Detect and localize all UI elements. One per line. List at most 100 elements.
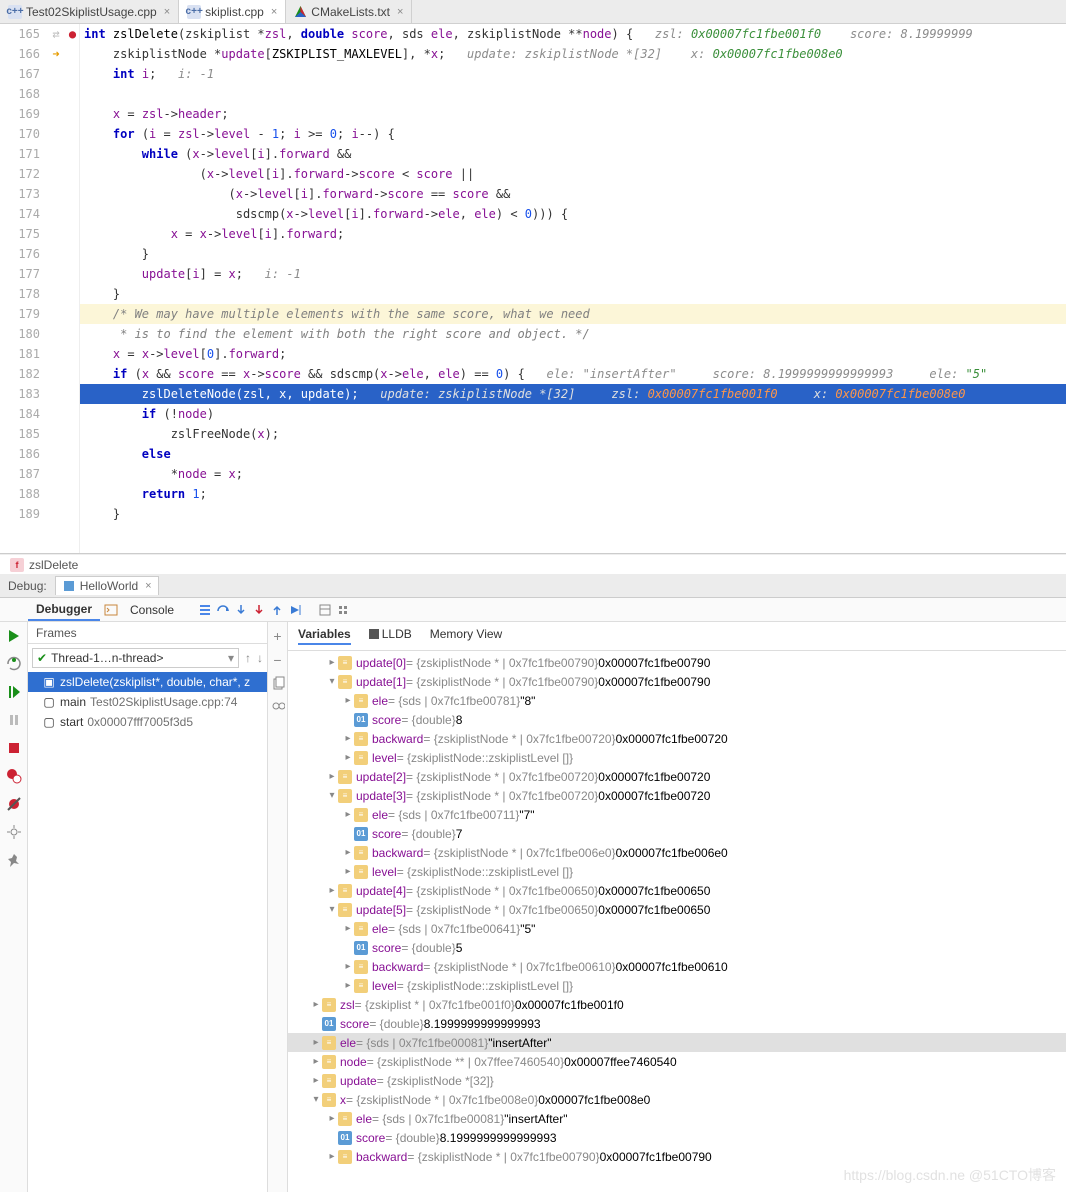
variable-row[interactable]: ▾≡update[1] = {zskiplistNode * | 0x7fc1f… bbox=[288, 672, 1066, 691]
threads-icon[interactable] bbox=[198, 603, 212, 617]
variable-row[interactable]: ▸≡ele = {sds | 0x7fc1fbe00081} "insertAf… bbox=[288, 1033, 1066, 1052]
glasses-icon[interactable] bbox=[271, 698, 285, 712]
tab-variables[interactable]: Variables bbox=[298, 627, 351, 645]
frame-icon: ▢ bbox=[42, 715, 56, 729]
variable-row[interactable]: ▾≡update[3] = {zskiplistNode * | 0x7fc1f… bbox=[288, 786, 1066, 805]
thread-label: Thread-1…n-thread> bbox=[51, 651, 224, 665]
code-area[interactable]: int zslDelete(zskiplist *zsl, double sco… bbox=[80, 24, 1066, 553]
variable-row[interactable]: ▸≡backward = {zskiplistNode * | 0x7fc1fb… bbox=[288, 1147, 1066, 1166]
thread-selector[interactable]: ✔ Thread-1…n-thread> ▾ bbox=[32, 648, 239, 668]
pause-icon[interactable] bbox=[6, 712, 22, 728]
breadcrumb-label: zslDelete bbox=[29, 558, 78, 572]
frame-icon: ▢ bbox=[42, 695, 56, 709]
check-icon: ✔ bbox=[37, 651, 47, 665]
pin-icon[interactable] bbox=[6, 852, 22, 868]
line-gutter: 1651661671681691701711721731741751761771… bbox=[0, 24, 46, 553]
editor-tab[interactable]: CMakeLists.txt × bbox=[286, 0, 412, 23]
variable-row[interactable]: ▸≡level = {zskiplistNode::zskiplistLevel… bbox=[288, 976, 1066, 995]
debug-label: Debug: bbox=[8, 579, 47, 593]
variable-row[interactable]: ▸≡update[4] = {zskiplistNode * | 0x7fc1f… bbox=[288, 881, 1066, 900]
view-breakpoints-icon[interactable] bbox=[6, 768, 22, 784]
close-icon[interactable]: × bbox=[164, 6, 170, 18]
close-icon[interactable]: × bbox=[145, 580, 151, 592]
debug-config-tab[interactable]: HelloWorld × bbox=[55, 576, 159, 595]
tab-label: CMakeLists.txt bbox=[311, 5, 390, 19]
debug-settings-icon[interactable] bbox=[6, 824, 22, 840]
console-tab[interactable]: Console bbox=[122, 600, 182, 620]
variable-row[interactable]: ▸≡level = {zskiplistNode::zskiplistLevel… bbox=[288, 748, 1066, 767]
resume-icon[interactable] bbox=[6, 684, 22, 700]
debug-body: Frames ✔ Thread-1…n-thread> ▾ ↑ ↓ ▣zslDe… bbox=[0, 622, 1066, 1192]
variable-row[interactable]: ▸≡update[0] = {zskiplistNode * | 0x7fc1f… bbox=[288, 653, 1066, 672]
variable-row[interactable]: ▸≡ele = {sds | 0x7fc1fbe00781} "8" bbox=[288, 691, 1066, 710]
next-frame-icon[interactable]: ↓ bbox=[253, 651, 267, 665]
variable-row[interactable]: ▸≡ele = {sds | 0x7fc1fbe00641} "5" bbox=[288, 919, 1066, 938]
variable-row[interactable]: 01score = {double} 8 bbox=[288, 710, 1066, 729]
debug-toolbar: Debug: HelloWorld × bbox=[0, 574, 1066, 598]
variable-row[interactable]: ▸≡update = {zskiplistNode *[32]} bbox=[288, 1071, 1066, 1090]
editor-tabs: c++Test02SkiplistUsage.cpp×c++skiplist.c… bbox=[0, 0, 1066, 24]
debugger-tab[interactable]: Debugger bbox=[28, 599, 100, 621]
variable-row[interactable]: ▸≡zsl = {zskiplist * | 0x7fc1fbe001f0} 0… bbox=[288, 995, 1066, 1014]
debug-side-toolbar bbox=[0, 622, 28, 1192]
variable-row[interactable]: ▾≡x = {zskiplistNode * | 0x7fc1fbe008e0}… bbox=[288, 1090, 1066, 1109]
debug-config-label: HelloWorld bbox=[80, 579, 138, 593]
step-into-icon[interactable] bbox=[234, 603, 248, 617]
variable-row[interactable]: 01score = {double} 8.1999999999999993 bbox=[288, 1128, 1066, 1147]
frame-icon: ▣ bbox=[42, 675, 56, 689]
variable-row[interactable]: ▸≡backward = {zskiplistNode * | 0x7fc1fb… bbox=[288, 957, 1066, 976]
editor-tab[interactable]: c++skiplist.cpp× bbox=[179, 0, 286, 23]
add-watch-icon[interactable]: + bbox=[273, 628, 281, 644]
fold-gutter[interactable]: ● bbox=[66, 24, 80, 553]
stop-icon[interactable] bbox=[6, 740, 22, 756]
mute-breakpoints-icon[interactable] bbox=[6, 796, 22, 812]
close-icon[interactable]: × bbox=[271, 6, 277, 18]
variable-row[interactable]: ▸≡update[2] = {zskiplistNode * | 0x7fc1f… bbox=[288, 767, 1066, 786]
settings-icon[interactable] bbox=[336, 603, 350, 617]
copy-icon[interactable] bbox=[271, 676, 285, 690]
breadcrumb[interactable]: f zslDelete bbox=[0, 554, 1066, 574]
editor-tab[interactable]: c++Test02SkiplistUsage.cpp× bbox=[0, 0, 179, 23]
code-editor: 1651661671681691701711721731741751761771… bbox=[0, 24, 1066, 554]
tab-label: skiplist.cpp bbox=[205, 5, 264, 19]
step-out-icon[interactable] bbox=[270, 603, 284, 617]
modify-run-icon[interactable] bbox=[6, 656, 22, 672]
app-icon bbox=[62, 579, 76, 593]
frame-row[interactable]: ▢main Test02SkiplistUsage.cpp:74 bbox=[28, 692, 267, 712]
variables-panel: Variables LLDB Memory View ▸≡update[0] =… bbox=[288, 622, 1066, 1192]
variable-row[interactable]: ▸≡node = {zskiplistNode ** | 0x7ffee7460… bbox=[288, 1052, 1066, 1071]
tab-label: Test02SkiplistUsage.cpp bbox=[26, 5, 157, 19]
frames-list: ▣zslDelete(zskiplist*, double, char*, z▢… bbox=[28, 672, 267, 732]
function-icon: f bbox=[10, 558, 24, 572]
remove-watch-icon[interactable]: − bbox=[273, 652, 281, 668]
variable-row[interactable]: 01score = {double} 7 bbox=[288, 824, 1066, 843]
debug-sub-toolbar: Debugger Console bbox=[0, 598, 1066, 622]
frames-header: Frames bbox=[28, 622, 267, 644]
calculator-icon[interactable] bbox=[318, 603, 332, 617]
breakpoint-gutter[interactable]: ⇄➜ bbox=[46, 24, 66, 553]
prev-frame-icon[interactable]: ↑ bbox=[243, 651, 253, 665]
frame-row[interactable]: ▢start 0x00007fff7005f3d5 bbox=[28, 712, 267, 732]
variable-row[interactable]: 01score = {double} 8.1999999999999993 bbox=[288, 1014, 1066, 1033]
variable-row[interactable]: ▸≡backward = {zskiplistNode * | 0x7fc1fb… bbox=[288, 729, 1066, 748]
tab-lldb[interactable]: LLDB bbox=[369, 627, 412, 645]
vars-side-toolbar: + − bbox=[268, 622, 288, 1192]
step-over-icon[interactable] bbox=[216, 603, 230, 617]
variables-tree[interactable]: ▸≡update[0] = {zskiplistNode * | 0x7fc1f… bbox=[288, 651, 1066, 1192]
close-icon[interactable]: × bbox=[397, 6, 403, 18]
frames-panel: Frames ✔ Thread-1…n-thread> ▾ ↑ ↓ ▣zslDe… bbox=[28, 622, 268, 1192]
variable-row[interactable]: ▸≡ele = {sds | 0x7fc1fbe00081} "insertAf… bbox=[288, 1109, 1066, 1128]
variable-row[interactable]: ▾≡update[5] = {zskiplistNode * | 0x7fc1f… bbox=[288, 900, 1066, 919]
run-to-cursor-icon[interactable] bbox=[288, 603, 302, 617]
frame-row[interactable]: ▣zslDelete(zskiplist*, double, char*, z bbox=[28, 672, 267, 692]
rerun-icon[interactable] bbox=[6, 628, 22, 644]
variable-row[interactable]: 01score = {double} 5 bbox=[288, 938, 1066, 957]
console-icon bbox=[104, 603, 118, 617]
variable-row[interactable]: ▸≡ele = {sds | 0x7fc1fbe00711} "7" bbox=[288, 805, 1066, 824]
chevron-down-icon: ▾ bbox=[228, 651, 234, 665]
vars-tabs: Variables LLDB Memory View bbox=[288, 622, 1066, 651]
variable-row[interactable]: ▸≡backward = {zskiplistNode * | 0x7fc1fb… bbox=[288, 843, 1066, 862]
force-step-into-icon[interactable] bbox=[252, 603, 266, 617]
tab-memory[interactable]: Memory View bbox=[430, 627, 502, 645]
variable-row[interactable]: ▸≡level = {zskiplistNode::zskiplistLevel… bbox=[288, 862, 1066, 881]
